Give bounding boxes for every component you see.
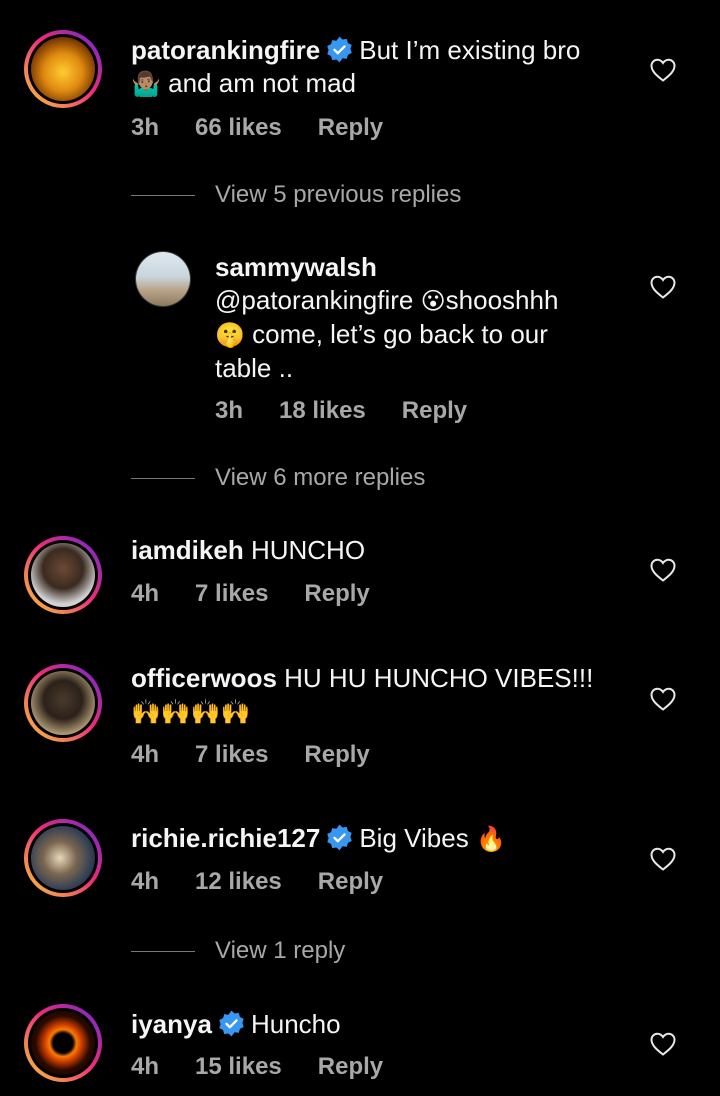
view-replies-label: View 1 reply xyxy=(215,937,346,964)
reply-button[interactable]: Reply xyxy=(318,114,383,141)
timestamp: 3h xyxy=(215,397,244,424)
username[interactable]: sammywalsh xyxy=(215,252,377,282)
likes-count[interactable]: 15 likes xyxy=(195,1053,282,1080)
astonished-emoji: 😮 xyxy=(420,287,446,315)
heart-outline-icon[interactable] xyxy=(650,275,676,299)
shushing-emoji: 🤫 xyxy=(215,321,245,349)
timestamp: 4h xyxy=(131,741,160,768)
heart-outline-icon[interactable] xyxy=(650,58,676,82)
reply-button[interactable]: Reply xyxy=(318,868,383,895)
avatar[interactable] xyxy=(135,251,191,307)
comment-body: sammywalsh @patorankingfire 😮shooshhh 🤫 … xyxy=(215,251,615,385)
avatar[interactable] xyxy=(24,664,102,742)
comment-meta: 4h 7 likes Reply xyxy=(131,580,406,608)
heart-outline-icon[interactable] xyxy=(650,847,676,871)
username[interactable]: patorankingfire xyxy=(131,35,320,65)
verified-badge-icon xyxy=(218,1010,245,1037)
comment-text: HU HU HUNCHO VIBES!!! xyxy=(284,663,594,693)
verified-badge-icon xyxy=(326,824,353,851)
comment-body: iamdikeh HUNCHO xyxy=(131,534,631,567)
comment-body: officerwoos HU HU HUNCHO VIBES!!! 🙌🙌🙌🙌 xyxy=(131,662,631,729)
comment-body: iyanya Huncho xyxy=(131,1008,631,1041)
username[interactable]: richie.richie127 xyxy=(131,823,320,853)
avatar[interactable] xyxy=(24,819,102,897)
comment-body: richie.richie127 Big Vibes 🔥 xyxy=(131,822,631,856)
username[interactable]: officerwoos xyxy=(131,663,277,693)
comment-text: Huncho xyxy=(250,1009,341,1039)
comment-text: shooshhh xyxy=(445,285,559,315)
heart-outline-icon[interactable] xyxy=(650,1032,676,1056)
divider xyxy=(131,950,195,952)
comment-text: and am not mad xyxy=(168,68,357,98)
timestamp: 4h xyxy=(131,1053,160,1080)
comment-text: HUNCHO xyxy=(250,535,366,565)
view-replies-label: View 5 previous replies xyxy=(215,181,462,208)
reply-button[interactable]: Reply xyxy=(402,397,467,424)
fire-emoji: 🔥 xyxy=(475,825,506,853)
comment-body: patorankingfire But I’m existing bro 🤷🏽‍♂… xyxy=(131,34,631,101)
divider xyxy=(131,194,195,196)
timestamp: 4h xyxy=(131,868,160,895)
comment-meta: 4h 12 likes Reply xyxy=(131,868,419,896)
username[interactable]: iamdikeh xyxy=(131,535,244,565)
mention-link[interactable]: @patorankingfire xyxy=(215,285,413,315)
reply-button[interactable]: Reply xyxy=(318,1053,383,1080)
comment-text: come, let’s go back to our xyxy=(252,319,548,349)
avatar[interactable] xyxy=(24,536,102,614)
view-previous-replies[interactable]: View 5 previous replies xyxy=(131,181,461,209)
divider xyxy=(131,477,195,479)
verified-badge-icon xyxy=(326,36,353,63)
avatar[interactable] xyxy=(24,30,102,108)
view-more-replies[interactable]: View 6 more replies xyxy=(131,464,425,492)
shrug-emoji: 🤷🏽‍♂️ xyxy=(131,70,161,98)
heart-outline-icon[interactable] xyxy=(650,687,676,711)
comment-meta: 4h 15 likes Reply xyxy=(131,1053,419,1081)
comment-meta: 4h 7 likes Reply xyxy=(131,741,406,769)
username[interactable]: iyanya xyxy=(131,1009,212,1039)
reply-button[interactable]: Reply xyxy=(304,741,369,768)
likes-count[interactable]: 18 likes xyxy=(279,397,366,424)
timestamp: 4h xyxy=(131,580,160,607)
raising-hands-emoji: 🙌🙌🙌🙌 xyxy=(131,698,251,726)
likes-count[interactable]: 7 likes xyxy=(195,580,268,607)
comment-text: Big Vibes xyxy=(359,823,469,853)
likes-count[interactable]: 7 likes xyxy=(195,741,268,768)
comment-text: table .. xyxy=(215,353,294,383)
comment-meta: 3h 18 likes Reply xyxy=(215,397,503,425)
comment-meta: 3h 66 likes Reply xyxy=(131,114,419,142)
timestamp: 3h xyxy=(131,114,160,141)
heart-outline-icon[interactable] xyxy=(650,558,676,582)
likes-count[interactable]: 12 likes xyxy=(195,868,282,895)
comment-text: But I’m existing bro xyxy=(359,35,581,65)
avatar[interactable] xyxy=(24,1004,102,1082)
likes-count[interactable]: 66 likes xyxy=(195,114,282,141)
view-one-reply[interactable]: View 1 reply xyxy=(131,937,345,965)
reply-button[interactable]: Reply xyxy=(304,580,369,607)
view-replies-label: View 6 more replies xyxy=(215,464,426,491)
